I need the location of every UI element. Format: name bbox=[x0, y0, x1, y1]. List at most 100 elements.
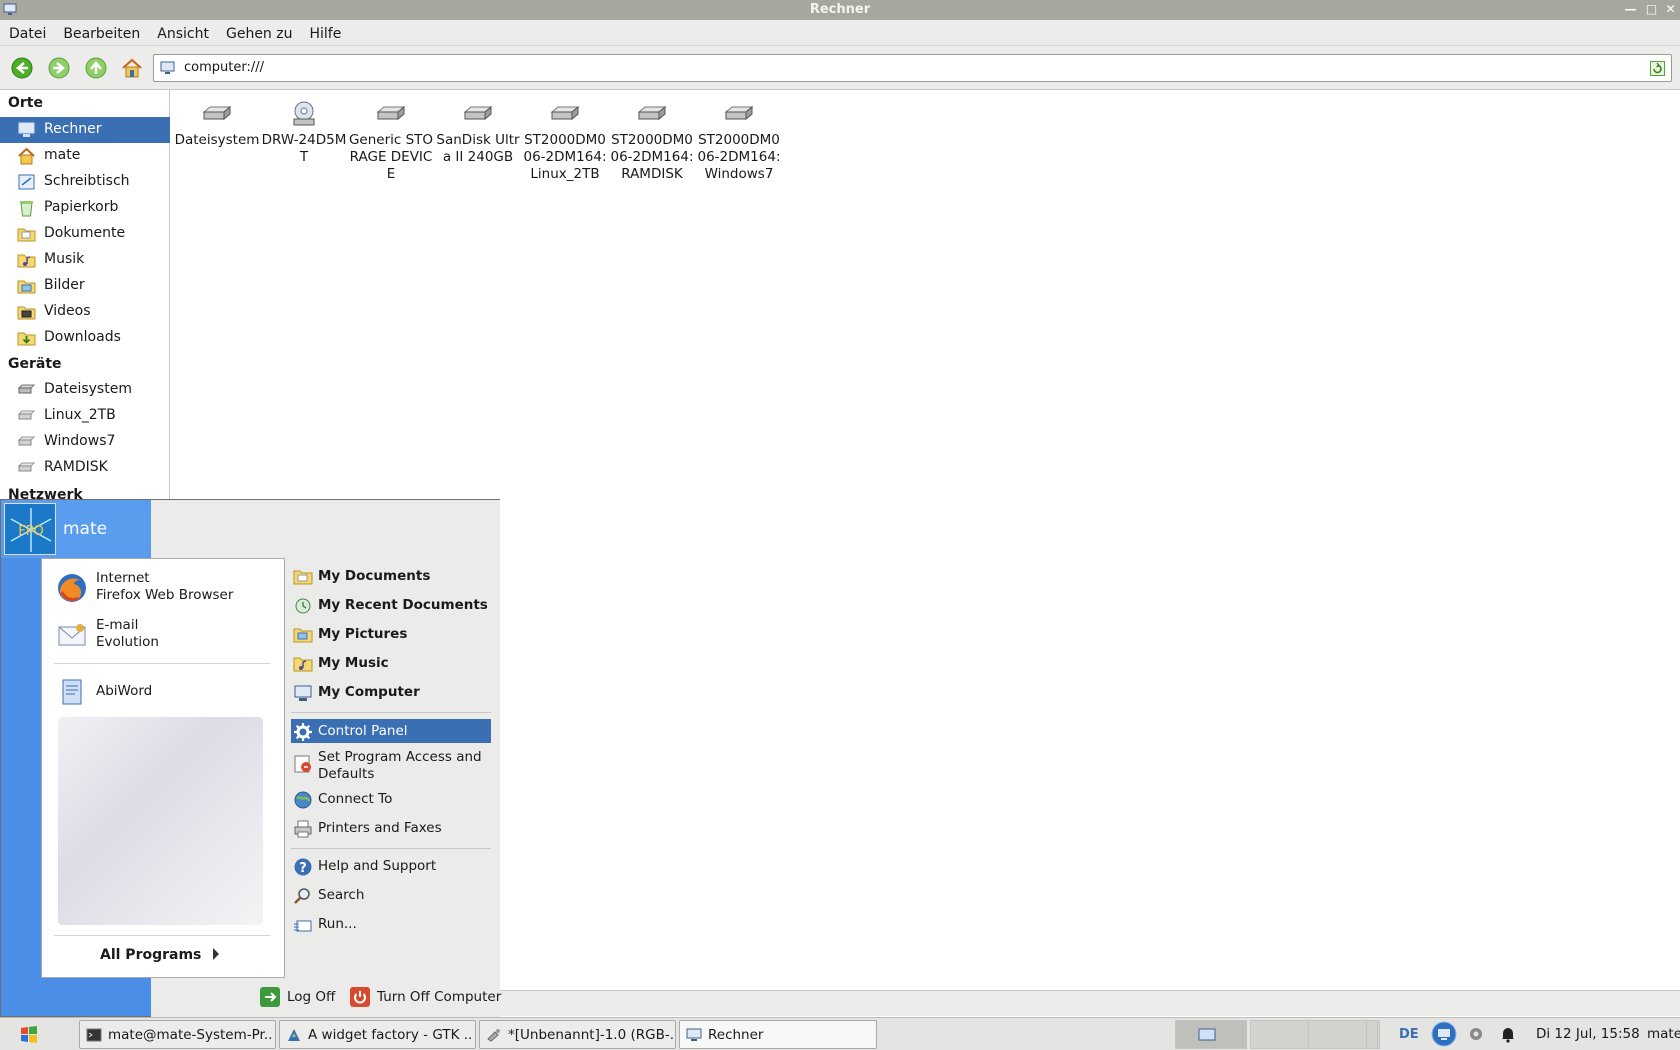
sidebar-item-label: Dateisystem bbox=[44, 381, 132, 397]
pictures-folder-icon bbox=[293, 628, 313, 643]
home-icon[interactable] bbox=[120, 56, 144, 80]
workspace-4[interactable] bbox=[1366, 1020, 1378, 1049]
sidebar-item-label: Linux_2TB bbox=[44, 407, 116, 423]
menu-help[interactable]: Hilfe bbox=[300, 20, 349, 42]
pinned-email[interactable]: E-mail Evolution bbox=[56, 615, 276, 655]
user-picture: FPO bbox=[5, 504, 55, 554]
mail-icon bbox=[58, 624, 86, 646]
sidebar-item-windows7[interactable]: Windows7 bbox=[0, 429, 170, 455]
harddisk-icon bbox=[550, 105, 580, 121]
help-icon: ? bbox=[294, 858, 312, 876]
computer-icon bbox=[294, 685, 312, 701]
my-documents-link[interactable]: My Documents bbox=[291, 564, 491, 588]
clock[interactable]: Di 12 Jul, 15:58 bbox=[1536, 1026, 1640, 1042]
sidebar-item-bilder[interactable]: Bilder bbox=[0, 273, 170, 299]
forward-icon[interactable] bbox=[47, 56, 71, 80]
back-icon[interactable] bbox=[10, 56, 34, 80]
connect-to-link[interactable]: Connect To bbox=[291, 787, 491, 811]
file-item[interactable]: DRW-24D5MT bbox=[261, 100, 347, 166]
location-bar[interactable]: computer:/// bbox=[153, 54, 1672, 82]
start-menu-programs-panel: Internet Firefox Web Browser E-mail Evol… bbox=[41, 558, 285, 978]
menu-edit[interactable]: Bearbeiten bbox=[54, 20, 148, 42]
sidebar-item-schreibtisch[interactable]: Schreibtisch bbox=[0, 169, 170, 195]
workspace-1[interactable] bbox=[1175, 1020, 1247, 1049]
recent-documents-icon bbox=[295, 598, 311, 614]
computer-icon bbox=[160, 61, 175, 74]
file-item[interactable]: ST2000DM006-2DM164: Windows7 bbox=[696, 100, 782, 183]
bell-icon[interactable] bbox=[1498, 1024, 1518, 1044]
keyboard-layout-indicator[interactable]: DE bbox=[1399, 1027, 1419, 1042]
sidebar-item-musik[interactable]: Musik bbox=[0, 247, 170, 273]
sidebar-item-rechner[interactable]: Rechner bbox=[0, 117, 170, 143]
sidebar-item-label: RAMDISK bbox=[44, 459, 108, 475]
drive-icon bbox=[17, 436, 36, 446]
search-link[interactable]: Search bbox=[291, 883, 491, 907]
my-pictures-link[interactable]: My Pictures bbox=[291, 622, 491, 646]
sidebar-item-videos[interactable]: Videos bbox=[0, 299, 170, 325]
sidebar-item-ramdisk[interactable]: RAMDISK bbox=[0, 455, 170, 481]
harddisk-icon bbox=[202, 105, 232, 121]
my-music-link[interactable]: My Music bbox=[291, 651, 491, 675]
sidebar-item-dateisystem[interactable]: Dateisystem bbox=[0, 377, 170, 403]
trash-icon bbox=[20, 201, 33, 217]
start-menu-footer: Log Off Turn Off Computer bbox=[151, 978, 501, 1017]
settings-tray-icon[interactable] bbox=[1466, 1024, 1486, 1044]
sidebar-item-papierkorb[interactable]: Papierkorb bbox=[0, 195, 170, 221]
start-menu-header: FPO mate bbox=[1, 500, 151, 558]
drive-icon bbox=[17, 410, 36, 420]
task-gimp[interactable]: *[Unbenannt]-1.0 (RGB-... bbox=[479, 1020, 676, 1049]
maximize-button[interactable]: □ bbox=[1643, 2, 1660, 18]
sidebar-item-downloads[interactable]: Downloads bbox=[0, 325, 170, 351]
toolbar: computer:/// bbox=[0, 46, 1680, 90]
menu-file[interactable]: Datei bbox=[0, 20, 54, 42]
chevron-right-icon bbox=[213, 948, 220, 960]
sidebar-item-label: Bilder bbox=[44, 277, 85, 293]
task-widget-factory[interactable]: A widget factory - GTK ... bbox=[279, 1020, 476, 1049]
file-item[interactable]: ST2000DM006-2DM164: Linux_2TB bbox=[522, 100, 608, 183]
location-input[interactable]: computer:/// bbox=[184, 60, 264, 75]
my-recent-documents-link[interactable]: My Recent Documents bbox=[291, 593, 491, 617]
close-button[interactable]: ✕ bbox=[1662, 2, 1679, 18]
svg-text:?: ? bbox=[299, 861, 307, 876]
sidebar-item-label: Dokumente bbox=[44, 225, 126, 241]
file-item[interactable]: SanDisk Ultra II 240GB bbox=[435, 100, 521, 166]
harddisk-icon bbox=[637, 105, 667, 121]
pinned-internet[interactable]: Internet Firefox Web Browser bbox=[56, 568, 276, 608]
minimize-button[interactable]: — bbox=[1622, 2, 1639, 18]
sidebar-item-label: Musik bbox=[44, 251, 85, 267]
pictures-folder-icon bbox=[17, 280, 36, 294]
control-panel-link[interactable]: Control Panel bbox=[291, 719, 491, 743]
gtk-icon bbox=[288, 1029, 300, 1041]
task-rechner[interactable]: Rechner bbox=[679, 1020, 877, 1049]
sidebar-item-mate[interactable]: mate bbox=[0, 143, 170, 169]
file-item[interactable]: ST2000DM006-2DM164: RAMDISK bbox=[609, 100, 695, 183]
help-support-link[interactable]: ? Help and Support bbox=[291, 854, 491, 878]
printers-faxes-link[interactable]: Printers and Faxes bbox=[291, 816, 491, 840]
session-user[interactable]: mate bbox=[1647, 1026, 1680, 1042]
menu-view[interactable]: Ansicht bbox=[148, 20, 217, 42]
reload-icon[interactable] bbox=[1650, 61, 1665, 76]
sidebar-item-dokumente[interactable]: Dokumente bbox=[0, 221, 170, 247]
documents-folder-icon bbox=[17, 228, 36, 242]
music-folder-icon bbox=[17, 254, 36, 268]
printer-icon bbox=[294, 820, 312, 838]
documents-folder-icon bbox=[293, 570, 313, 585]
task-terminal[interactable]: mate@mate-System-Pr... bbox=[79, 1020, 276, 1049]
sidebar-item-linux-2tb[interactable]: Linux_2TB bbox=[0, 403, 170, 429]
my-computer-link[interactable]: My Computer bbox=[291, 680, 491, 704]
menu-go[interactable]: Gehen zu bbox=[217, 20, 301, 42]
gear-icon bbox=[294, 723, 312, 741]
harddisk-icon bbox=[463, 105, 493, 121]
network-manager-icon[interactable] bbox=[1431, 1021, 1457, 1047]
file-item[interactable]: Dateisystem bbox=[174, 100, 260, 149]
power-icon bbox=[350, 987, 370, 1007]
title-bar[interactable]: Rechner — □ ✕ bbox=[0, 0, 1680, 20]
start-menu-places-panel: My Documents My Recent Documents My Pict… bbox=[285, 558, 500, 978]
program-defaults-link[interactable]: Set Program Access and Defaults bbox=[291, 747, 491, 783]
all-programs-button[interactable]: All Programs bbox=[100, 947, 220, 963]
recent-abiword[interactable]: AbiWord bbox=[56, 672, 276, 712]
start-button-icon[interactable] bbox=[18, 1024, 40, 1046]
up-icon[interactable] bbox=[84, 56, 108, 80]
file-item[interactable]: Generic STORAGE DEVICE bbox=[348, 100, 434, 183]
run-link[interactable]: Run... bbox=[291, 912, 491, 936]
